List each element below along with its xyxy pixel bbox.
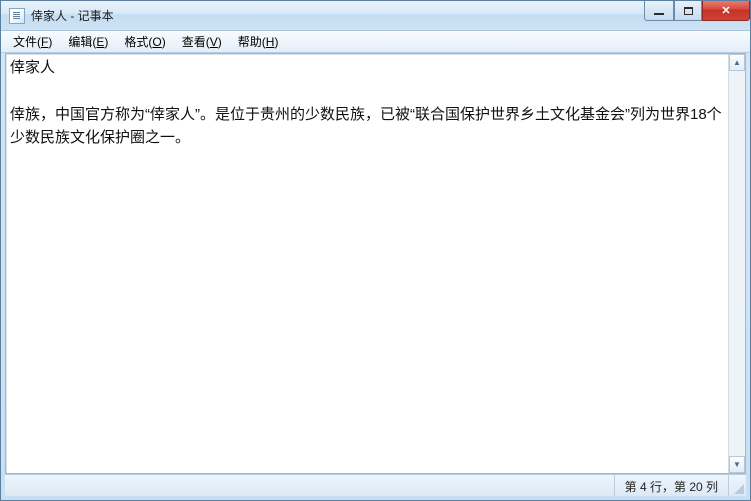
minimize-button[interactable] bbox=[644, 1, 674, 21]
window-controls bbox=[644, 1, 750, 21]
menu-bar: 文件(F) 编辑(E) 格式(O) 查看(V) 帮助(H) bbox=[1, 31, 750, 53]
text-editor[interactable]: 倖家人 倖族，中国官方称为“倖家人”。是位于贵州的少数民族，已被“联合国保护世界… bbox=[6, 54, 728, 473]
status-spacer bbox=[5, 475, 614, 496]
notepad-window: 倖家人 - 记事本 文件(F) 编辑(E) 格式(O) 查看(V) 帮助(H) … bbox=[0, 0, 751, 501]
resize-grip[interactable] bbox=[728, 475, 746, 496]
editor-frame: 倖家人 倖族，中国官方称为“倖家人”。是位于贵州的少数民族，已被“联合国保护世界… bbox=[5, 53, 746, 474]
menu-edit[interactable]: 编辑(E) bbox=[60, 31, 116, 52]
vertical-scrollbar[interactable]: ▲ ▼ bbox=[728, 54, 745, 473]
close-button[interactable] bbox=[702, 1, 750, 21]
status-bar: 第 4 行，第 20 列 bbox=[5, 474, 746, 496]
menu-format[interactable]: 格式(O) bbox=[116, 31, 173, 52]
maximize-button[interactable] bbox=[674, 1, 702, 21]
scroll-up-button[interactable]: ▲ bbox=[729, 54, 745, 71]
menu-view[interactable]: 查看(V) bbox=[174, 31, 230, 52]
scroll-down-button[interactable]: ▼ bbox=[729, 456, 745, 473]
status-cursor-position: 第 4 行，第 20 列 bbox=[614, 475, 728, 496]
title-bar[interactable]: 倖家人 - 记事本 bbox=[1, 1, 750, 31]
close-icon bbox=[721, 4, 730, 17]
chevron-up-icon: ▲ bbox=[733, 58, 741, 67]
menu-help[interactable]: 帮助(H) bbox=[230, 31, 287, 52]
minimize-icon bbox=[654, 13, 664, 15]
window-title: 倖家人 - 记事本 bbox=[31, 7, 114, 24]
menu-file[interactable]: 文件(F) bbox=[5, 31, 60, 52]
notepad-icon bbox=[9, 8, 25, 24]
chevron-down-icon: ▼ bbox=[733, 460, 741, 469]
maximize-icon bbox=[684, 7, 693, 15]
client-area: 倖家人 倖族，中国官方称为“倖家人”。是位于贵州的少数民族，已被“联合国保护世界… bbox=[1, 53, 750, 500]
